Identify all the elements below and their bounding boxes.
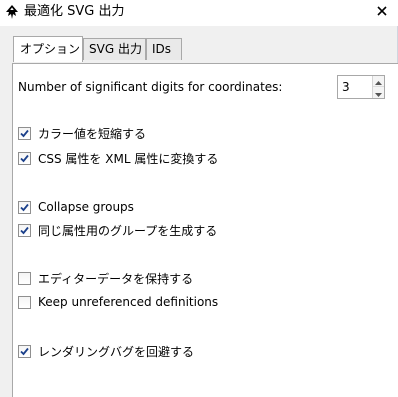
checkbox[interactable] <box>18 295 31 309</box>
checkbox[interactable] <box>18 271 31 285</box>
precision-label: Number of significant digits for coordin… <box>18 80 283 94</box>
tab-options[interactable]: オプション <box>13 36 83 62</box>
tab-label: SVG 出力 <box>89 42 142 56</box>
checkbox-label: レンダリングバグを回避する <box>38 344 195 359</box>
checkbox-label: カラー値を短縮する <box>38 126 147 141</box>
precision-spinbox[interactable]: 3 <box>337 75 385 99</box>
check-icon <box>20 129 29 137</box>
optimized-svg-dialog: 最適化 SVG 出力 オプション SVG 出力 IDs Number of si… <box>0 0 398 397</box>
spin-down-button[interactable] <box>373 87 384 98</box>
checkbox-shorten-colors[interactable]: カラー値を短縮する <box>18 124 146 142</box>
checkbox-label: CSS 属性を XML 属性に変換する <box>38 151 219 166</box>
checkbox-collapse-groups[interactable]: Collapse groups <box>18 198 134 216</box>
checkbox[interactable] <box>18 126 31 140</box>
options-panel: Number of significant digits for coordin… <box>12 63 398 397</box>
checkbox-label: Collapse groups <box>38 200 134 214</box>
check-icon <box>20 347 29 355</box>
close-button[interactable] <box>372 2 392 22</box>
tab-svg-output[interactable]: SVG 出力 <box>83 38 146 60</box>
tab-ids[interactable]: IDs <box>146 38 182 60</box>
precision-row: Number of significant digits for coordin… <box>18 78 282 96</box>
title-bar: 最適化 SVG 出力 <box>0 0 398 26</box>
checkbox-renderer-workaround[interactable]: レンダリングバグを回避する <box>18 342 194 360</box>
checkbox[interactable] <box>18 344 31 358</box>
close-icon <box>377 5 387 19</box>
checkbox[interactable] <box>18 223 31 237</box>
tab-label: IDs <box>152 42 172 56</box>
window-title: 最適化 SVG 出力 <box>24 4 125 19</box>
checkbox-keep-editor-data[interactable]: エディターデータを保持する <box>18 269 193 287</box>
checkbox-keep-unreferenced[interactable]: Keep unreferenced definitions <box>18 293 218 311</box>
check-icon <box>20 154 29 162</box>
arrow-down-icon <box>375 86 382 100</box>
check-icon <box>20 226 29 234</box>
checkbox[interactable] <box>18 200 31 214</box>
tab-label: オプション <box>20 42 81 56</box>
precision-value[interactable]: 3 <box>342 79 350 95</box>
inkscape-icon <box>4 4 20 20</box>
checkbox-group-similar[interactable]: 同じ属性用のグループを生成する <box>18 221 217 239</box>
checkbox-label: 同じ属性用のグループを生成する <box>38 223 218 238</box>
spin-buttons <box>372 76 384 98</box>
checkbox-label: エディターデータを保持する <box>38 271 194 286</box>
check-icon <box>20 203 29 211</box>
checkbox-label: Keep unreferenced definitions <box>38 295 219 309</box>
checkbox[interactable] <box>18 151 31 165</box>
checkbox-css-to-xml[interactable]: CSS 属性を XML 属性に変換する <box>18 149 218 167</box>
